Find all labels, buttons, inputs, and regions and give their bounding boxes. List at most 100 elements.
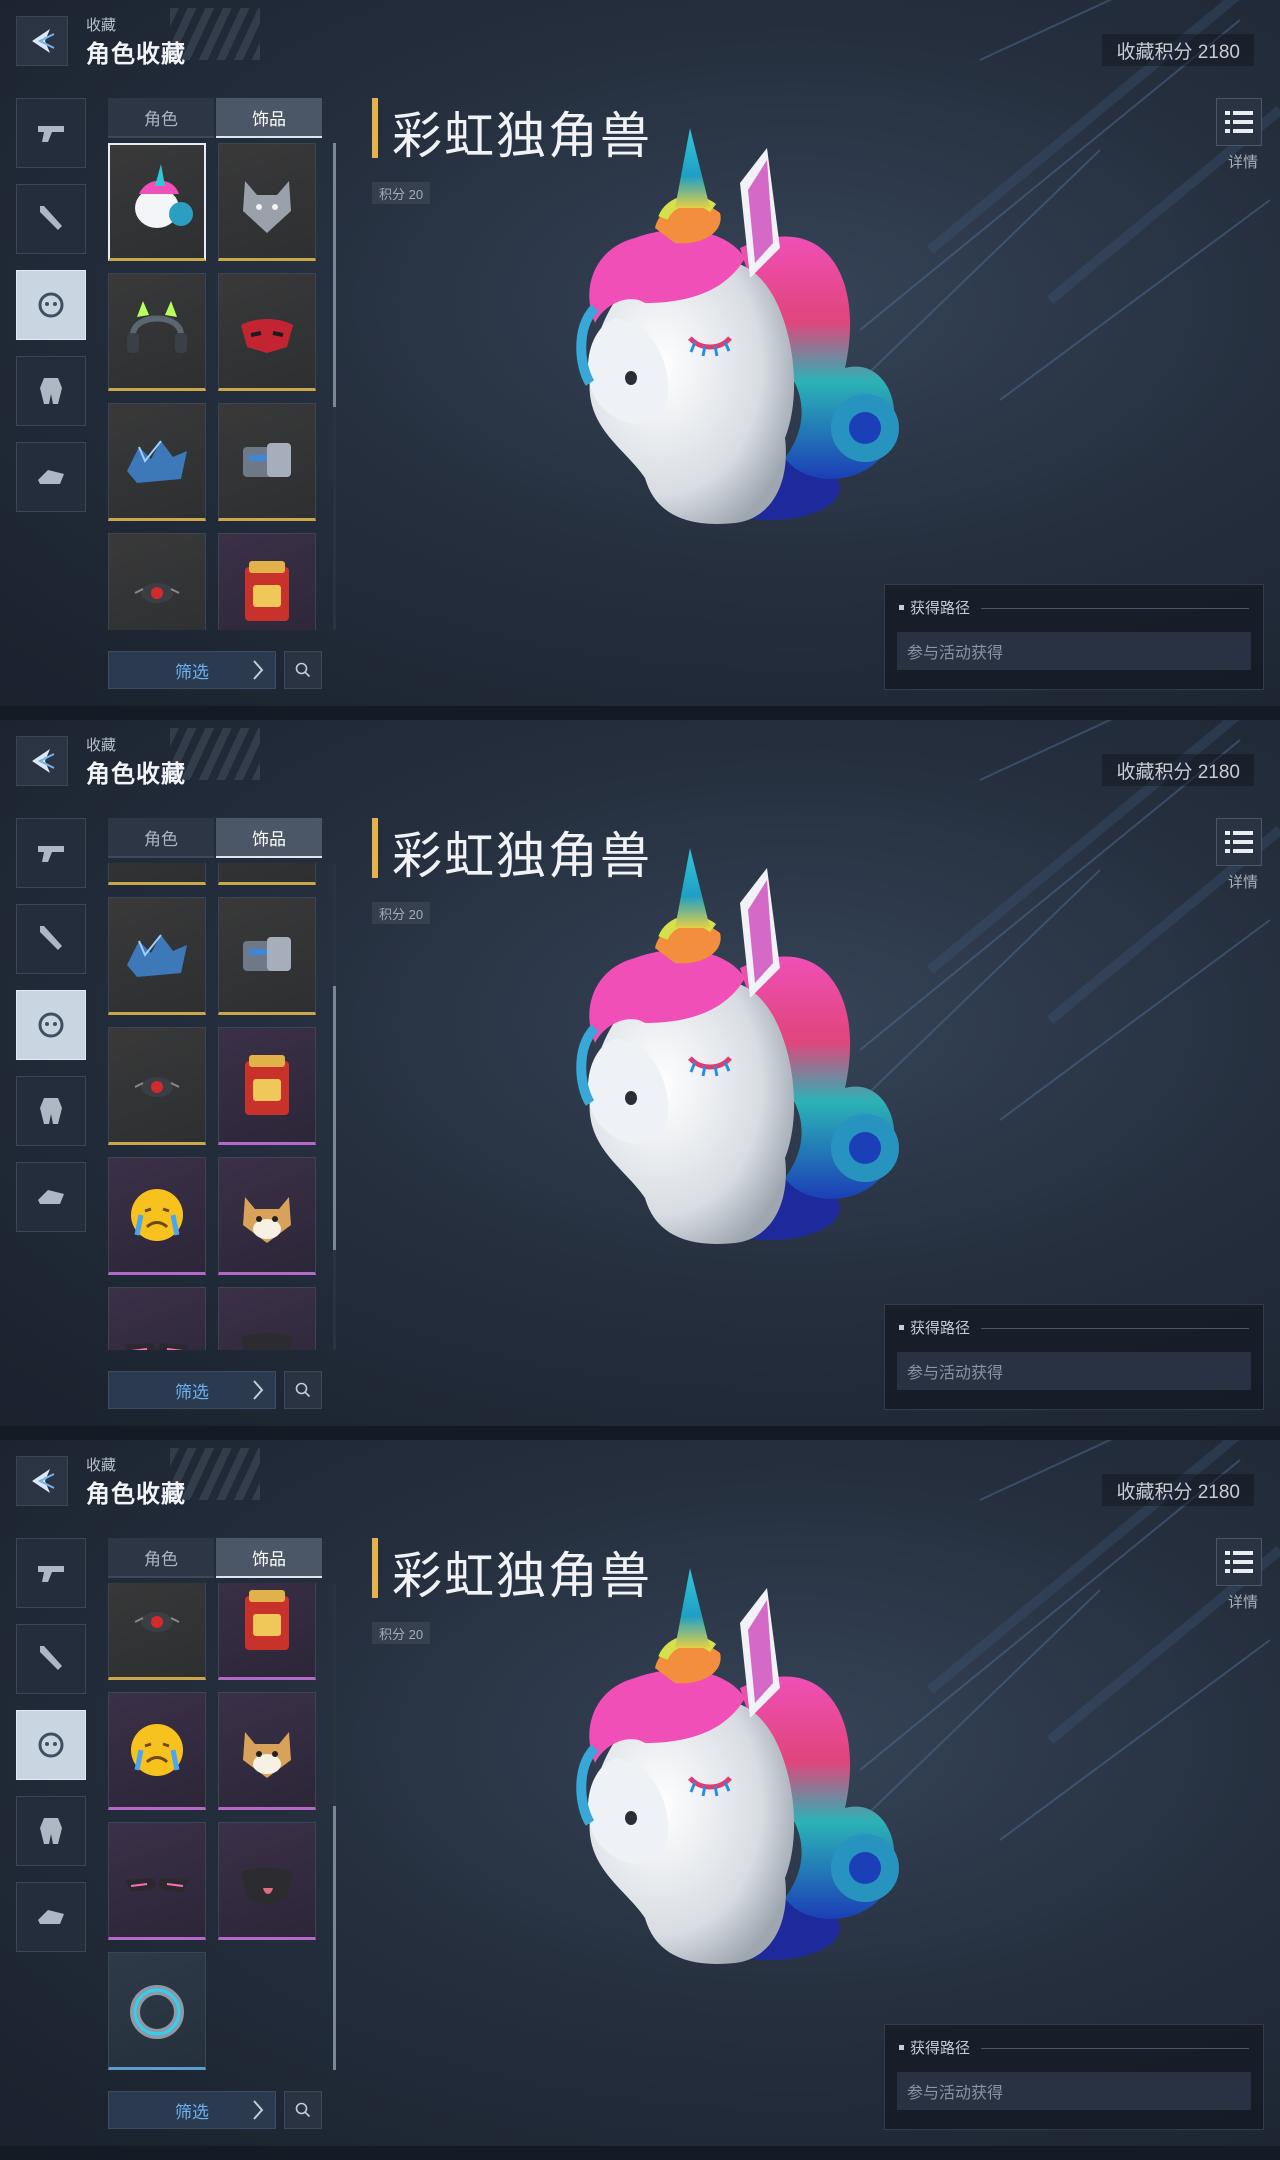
unicorn-head-model[interactable] [535,848,915,1288]
filter-button[interactable]: 筛选 [108,2091,276,2129]
tab-character[interactable]: 角色 [108,98,214,138]
scrollbar-thumb[interactable] [333,1806,336,2070]
item-grid[interactable] [108,143,322,630]
collection-points: 收藏积分 2180 [1102,754,1254,786]
item-score: 积分 20 [372,182,431,204]
scrollbar-thumb[interactable] [333,143,336,407]
title-accent-bar [372,98,378,158]
details-label: 详情 [1227,1594,1258,1611]
ice-armor-icon [127,440,187,483]
item-card-dark-glasses[interactable] [108,1287,206,1350]
vehicle-icon [38,1910,64,1924]
item-card-cat-ear-headphones[interactable] [108,863,206,885]
tab-accessory[interactable]: 饰品 [216,818,322,858]
item-card-black-mouth-mask[interactable] [218,1822,316,1940]
source-divider [981,2048,1249,2049]
item-card-steel-gauntlet[interactable] [218,897,316,1015]
item-card-neon-ring[interactable] [108,1952,206,2070]
list-icon [1225,831,1253,853]
melee-weapon-icon [40,926,62,950]
rail-mech[interactable] [16,1076,86,1146]
details-label: 详情 [1227,154,1258,171]
item-card-crying-emoji[interactable] [108,1692,206,1810]
filter-label: 筛选 [175,2102,209,2122]
source-value: 参与活动获得 [897,632,1251,670]
rail-vehicle[interactable] [16,1162,86,1232]
rail-character-face[interactable] [16,1710,86,1780]
details-button[interactable] [1216,98,1262,146]
rail-mech[interactable] [16,356,86,426]
back-button[interactable] [16,1456,68,1506]
item-card-red-eye-gadget[interactable] [108,1583,206,1680]
item-card-grey-wolf-head[interactable] [218,143,316,261]
item-card-red-eye-gadget[interactable] [108,1027,206,1145]
rail-character-face[interactable] [16,270,86,340]
item-card-red-backpack[interactable] [218,533,316,630]
details-button[interactable] [1216,818,1262,866]
item-card-dark-glasses[interactable] [108,1822,206,1940]
rail-pistol[interactable] [16,98,86,168]
item-card-blue-ice-armor[interactable] [108,403,206,521]
tab-character[interactable]: 角色 [108,818,214,858]
rail-character-face[interactable] [16,990,86,1060]
grid-scrollbar[interactable] [333,143,336,630]
rail-melee-weapon[interactable] [16,1624,86,1694]
search-button[interactable] [284,2091,322,2129]
search-icon [295,662,311,678]
item-card-red-eye-gadget[interactable] [108,533,206,630]
item-card-red-backpack[interactable] [218,1027,316,1145]
filter-button[interactable]: 筛选 [108,651,276,689]
filter-button[interactable]: 筛选 [108,1371,276,1409]
item-card-red-mask[interactable] [218,273,316,391]
search-button[interactable] [284,1371,322,1409]
melee-weapon-icon [40,206,62,230]
item-grid[interactable] [108,863,322,1350]
chevron-right-icon [253,2100,264,2120]
title-accent-bar [372,1538,378,1598]
vehicle-icon [38,470,64,484]
item-grid[interactable] [108,1583,322,2070]
item-card-red-backpack[interactable] [218,1583,316,1680]
item-card-cat-ear-headphones[interactable] [108,273,206,391]
rail-vehicle[interactable] [16,1882,86,1952]
page-title: 角色收藏 [86,1481,186,1508]
rail-pistol[interactable] [16,818,86,888]
breadcrumb: 收藏 [86,1457,117,1474]
breadcrumb: 收藏 [86,17,117,34]
headphones-icon [127,301,187,353]
mouth-mask-icon [241,1867,293,1906]
rail-pistol[interactable] [16,1538,86,1608]
tab-accessory[interactable]: 饰品 [216,1538,322,1578]
grid-scrollbar[interactable] [333,863,336,1350]
rail-melee-weapon[interactable] [16,904,86,974]
tab-accessory[interactable]: 饰品 [216,98,322,138]
rail-vehicle[interactable] [16,442,86,512]
item-card-black-mouth-mask[interactable] [218,1287,316,1350]
details-button[interactable] [1216,1538,1262,1586]
back-button[interactable] [16,736,68,786]
back-button[interactable] [16,16,68,66]
list-icon [1225,1551,1253,1573]
tab-character[interactable]: 角色 [108,1538,214,1578]
collection-points: 收藏积分 2180 [1102,34,1254,66]
search-button[interactable] [284,651,322,689]
collection-screen: 收藏 角色收藏 收藏积分 2180 角色 饰品 筛选 彩虹独角兽 积分 20 详… [0,0,1280,720]
item-card-shiba-head[interactable] [218,1692,316,1810]
item-card-crying-emoji[interactable] [108,1157,206,1275]
item-card-blue-ice-armor[interactable] [108,897,206,1015]
item-card-shiba-head[interactable] [218,1157,316,1275]
rail-melee-weapon[interactable] [16,184,86,254]
item-card-rainbow-unicorn-head[interactable] [108,143,206,261]
unicorn-head-model[interactable] [535,128,915,568]
unicorn-head-model[interactable] [535,1568,915,2008]
item-card-red-mask[interactable] [218,863,316,885]
mech-icon [40,1098,62,1124]
grid-scrollbar[interactable] [333,1583,336,2070]
rail-mech[interactable] [16,1796,86,1866]
shiba-icon [243,1197,291,1243]
item-card-steel-gauntlet[interactable] [218,403,316,521]
red-eye-icon [134,583,180,603]
collection-screen: 收藏 角色收藏 收藏积分 2180 角色 饰品 筛选 彩虹独角兽 积分 20 详… [0,1440,1280,2160]
title-accent-bar [372,818,378,878]
scrollbar-thumb[interactable] [333,986,336,1250]
